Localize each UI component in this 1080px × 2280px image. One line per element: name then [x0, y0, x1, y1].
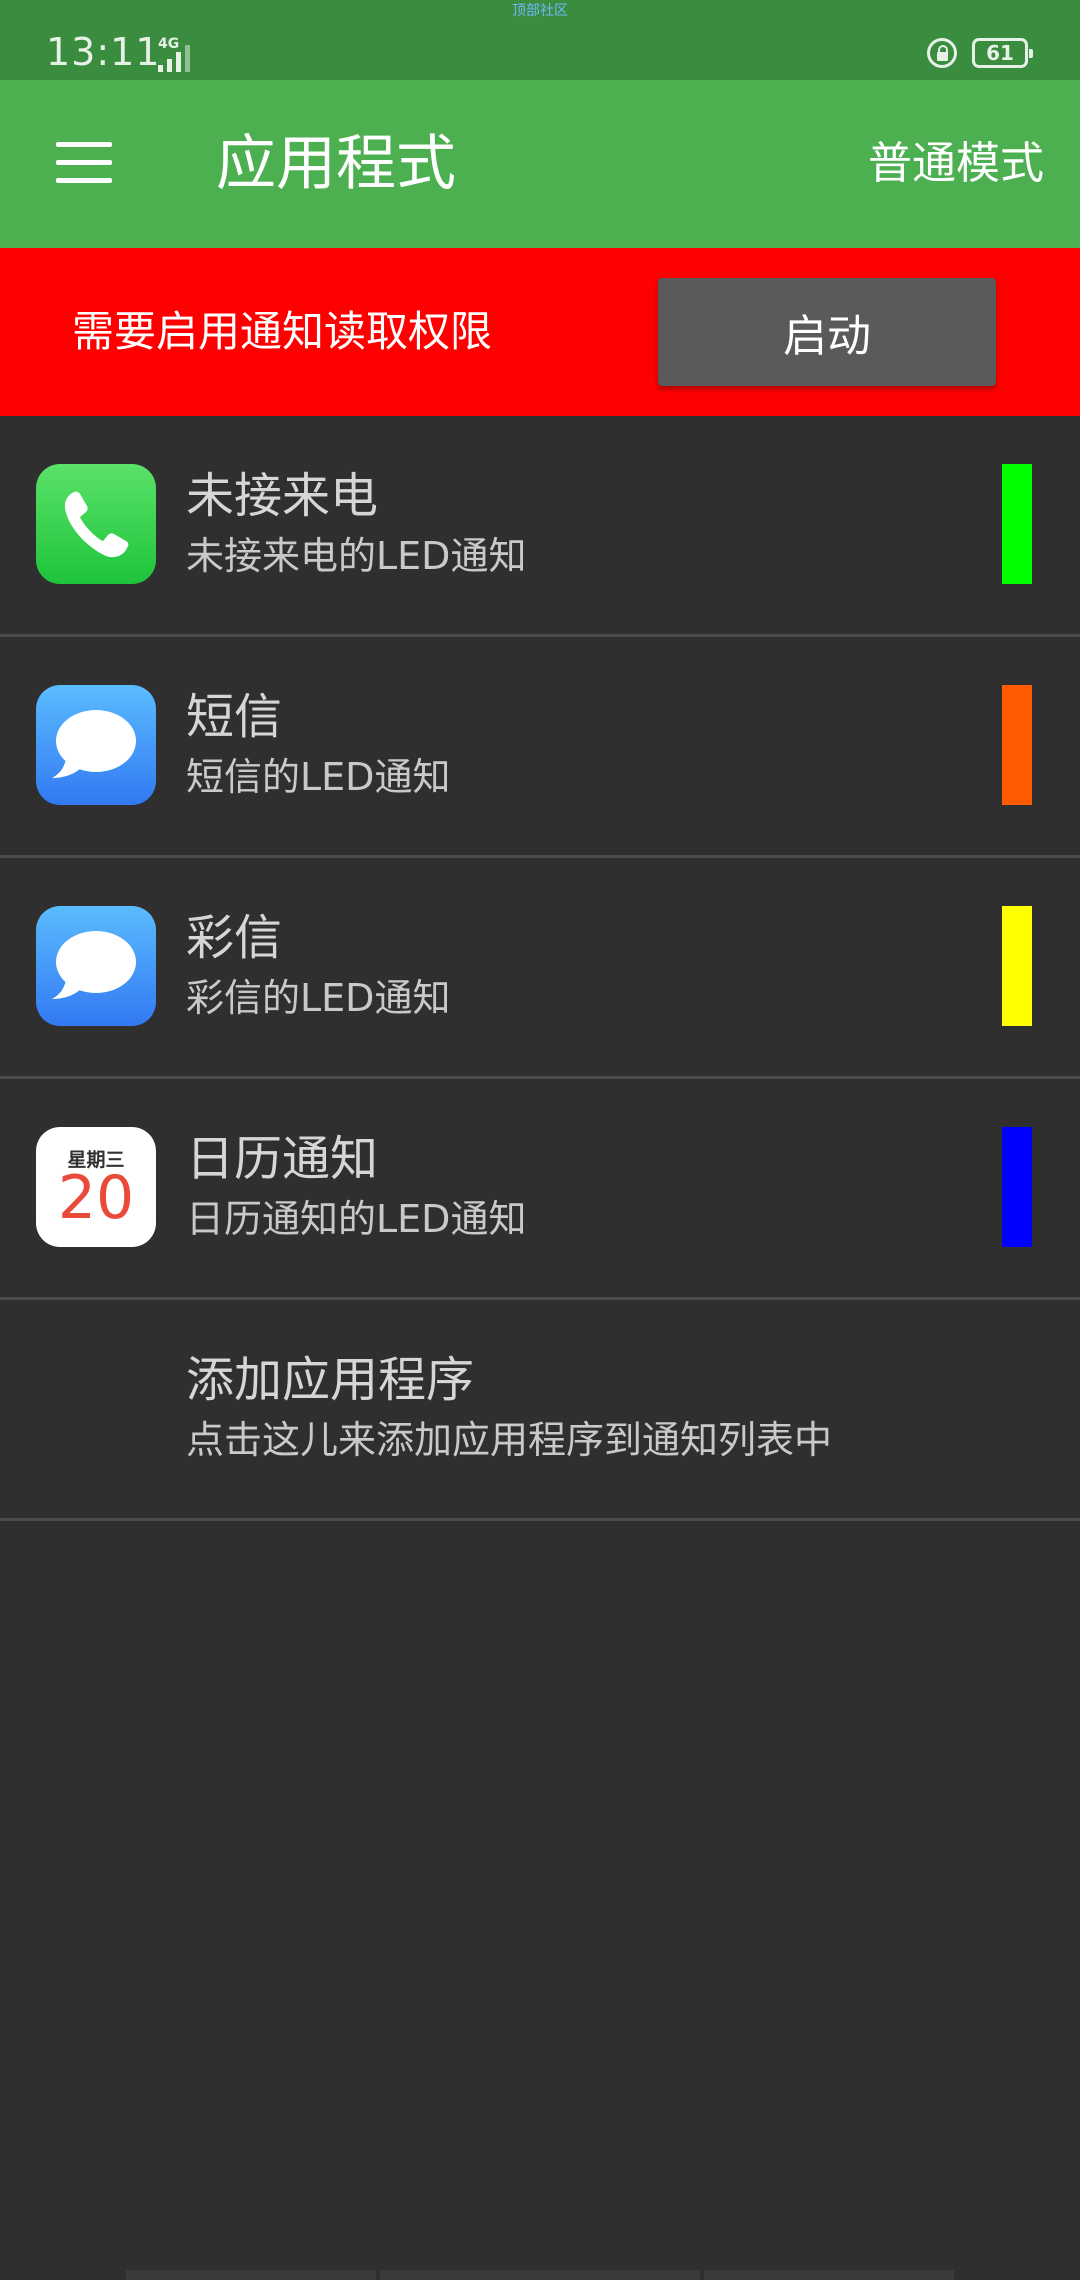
signal-icon: 4G: [158, 36, 198, 72]
item-title: 未接来电: [186, 468, 379, 524]
list-item-missed-call[interactable]: 未接来电 未接来电的LED通知: [0, 416, 1080, 637]
battery-icon: 61: [972, 38, 1033, 68]
mode-button[interactable]: 普通模式: [868, 136, 1044, 192]
permission-message: 需要启用通知读取权限: [72, 307, 493, 356]
item-title: 短信: [186, 689, 283, 745]
item-subtitle: 未接来电的LED通知: [186, 534, 527, 578]
rotation-lock-icon: [927, 38, 957, 68]
led-color-swatch[interactable]: [1002, 464, 1032, 584]
calendar-day: 20: [57, 1163, 135, 1233]
item-subtitle: 日历通知的LED通知: [186, 1197, 527, 1241]
enable-permission-button[interactable]: 启动: [658, 278, 996, 386]
signal-bars: [158, 44, 198, 72]
menu-icon[interactable]: [56, 142, 112, 184]
led-color-swatch[interactable]: [1002, 685, 1032, 805]
nav-bar-segment: [380, 2270, 700, 2280]
item-title: 日历通知: [186, 1131, 379, 1187]
phone-icon: [36, 464, 156, 584]
calendar-icon: 星期三 20: [36, 1127, 156, 1247]
status-top-label: 顶部社区: [512, 3, 568, 19]
nav-bar-segment: [126, 2270, 376, 2280]
list-item-mms[interactable]: 彩信 彩信的LED通知: [0, 858, 1080, 1079]
message-icon: [36, 906, 156, 1026]
item-subtitle: 短信的LED通知: [186, 755, 451, 799]
page-title: 应用程式: [216, 129, 456, 199]
item-subtitle: 彩信的LED通知: [186, 976, 451, 1020]
list-item-calendar[interactable]: 星期三 20 日历通知 日历通知的LED通知: [0, 1079, 1080, 1300]
app-list: 未接来电 未接来电的LED通知 短信 短信的LED通知 彩信 彩信的LED通知 …: [0, 416, 1080, 1521]
list-item-sms[interactable]: 短信 短信的LED通知: [0, 637, 1080, 858]
led-color-swatch[interactable]: [1002, 1127, 1032, 1247]
screen: 顶部社区 13:11 4G 61 应用程式 普通模式 需要启用通知读取权限 启动: [0, 0, 1080, 2280]
app-bar: 应用程式 普通模式: [0, 80, 1080, 248]
permission-banner: 需要启用通知读取权限 启动: [0, 248, 1080, 416]
add-app-subtitle: 点击这儿来添加应用程序到通知列表中: [186, 1418, 833, 1462]
nav-bar-segment: [704, 2270, 954, 2280]
add-app-title: 添加应用程序: [186, 1352, 475, 1408]
message-icon: [36, 685, 156, 805]
led-color-swatch[interactable]: [1002, 906, 1032, 1026]
status-bar: 顶部社区 13:11 4G 61: [0, 0, 1080, 80]
item-title: 彩信: [186, 910, 283, 966]
status-time: 13:11: [46, 30, 161, 74]
add-app-item[interactable]: 添加应用程序 点击这儿来添加应用程序到通知列表中: [0, 1300, 1080, 1521]
